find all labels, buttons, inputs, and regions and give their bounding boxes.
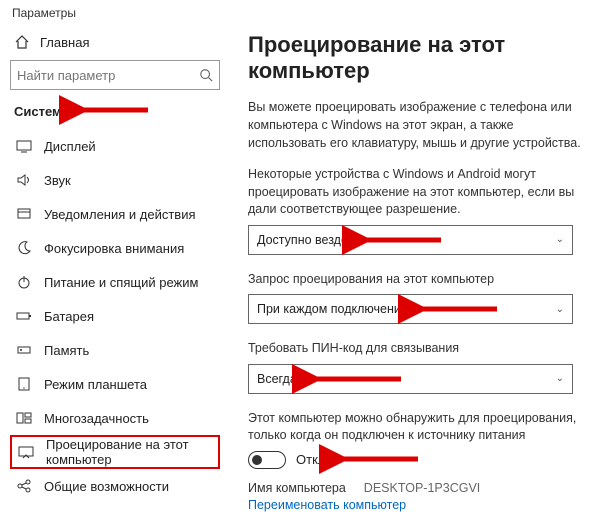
chevron-down-icon: ⌄ — [556, 373, 564, 384]
dropdown-value: Доступно везде — [257, 233, 348, 247]
pcname-label: Имя компьютера — [248, 481, 346, 495]
storage-icon — [16, 342, 32, 358]
dropdown-pin[interactable]: Всегда ⌄ — [248, 364, 573, 394]
dropdown-value: При каждом подключении — [257, 302, 408, 316]
window-title: Параметры — [0, 0, 600, 24]
display-icon — [16, 138, 32, 154]
chevron-down-icon: ⌄ — [556, 304, 564, 315]
home-label: Главная — [40, 35, 89, 50]
intro-text: Вы можете проецировать изображение с тел… — [248, 98, 582, 152]
sidebar-item-power[interactable]: Питание и спящий режим — [10, 265, 220, 299]
moon-icon — [16, 240, 32, 256]
sidebar-item-battery[interactable]: Батарея — [10, 299, 220, 333]
sidebar-item-label: Режим планшета — [44, 377, 147, 392]
sidebar-item-label: Память — [44, 343, 89, 358]
power-icon — [16, 274, 32, 290]
home-link[interactable]: Главная — [10, 28, 220, 60]
page-title: Проецирование на этот компьютер — [248, 32, 582, 84]
sidebar-item-label: Питание и спящий режим — [44, 275, 198, 290]
search-icon — [199, 68, 213, 82]
sidebar-item-multitask[interactable]: Многозадачность — [10, 401, 220, 435]
search-input[interactable] — [17, 68, 199, 83]
tablet-icon — [16, 376, 32, 392]
toggle-label: Этот компьютер можно обнаружить для прое… — [248, 410, 582, 445]
chevron-down-icon: ⌄ — [556, 234, 564, 245]
sound-icon — [16, 172, 32, 188]
sidebar-item-focus[interactable]: Фокусировка внимания — [10, 231, 220, 265]
sidebar-item-storage[interactable]: Память — [10, 333, 220, 367]
project-icon — [18, 444, 34, 460]
sidebar-item-label: Уведомления и действия — [44, 207, 196, 222]
sidebar-item-label: Фокусировка внимания — [44, 241, 184, 256]
pcname-value: DESKTOP-1P3CGVI — [364, 481, 480, 495]
sidebar-item-shared[interactable]: Общие возможности — [10, 469, 220, 503]
sidebar-item-projecting[interactable]: Проецирование на этот компьютер — [10, 435, 220, 469]
shared-icon — [16, 478, 32, 494]
dropdown-availability[interactable]: Доступно везде ⌄ — [248, 225, 573, 255]
sidebar-item-label: Дисплей — [44, 139, 96, 154]
sidebar-item-label: Проецирование на этот компьютер — [46, 437, 212, 467]
sidebar-item-label: Многозадачность — [44, 411, 149, 426]
sidebar-item-display[interactable]: Дисплей — [10, 129, 220, 163]
sidebar-item-label: Звук — [44, 173, 71, 188]
toggle-state: Откл. — [296, 452, 329, 467]
main-content: Проецирование на этот компьютер Вы может… — [230, 24, 600, 517]
dropdown-ask[interactable]: При каждом подключении ⌄ — [248, 294, 573, 324]
multitask-icon — [16, 410, 32, 426]
field-ask-label: Запрос проецирования на этот компьютер — [248, 271, 582, 289]
battery-icon — [16, 308, 32, 324]
section-system: Система — [14, 104, 220, 119]
sidebar-item-notifications[interactable]: Уведомления и действия — [10, 197, 220, 231]
notifications-icon — [16, 206, 32, 222]
search-input-wrapper[interactable] — [10, 60, 220, 90]
sidebar-item-sound[interactable]: Звук — [10, 163, 220, 197]
sidebar-item-tablet[interactable]: Режим планшета — [10, 367, 220, 401]
field-pin-label: Требовать ПИН-код для связывания — [248, 340, 582, 358]
home-icon — [14, 34, 30, 50]
rename-pc-link[interactable]: Переименовать компьютер — [248, 498, 406, 512]
field-availability-label: Некоторые устройства с Windows и Android… — [248, 166, 582, 219]
dropdown-value: Всегда — [257, 372, 297, 386]
discoverable-toggle[interactable] — [248, 451, 286, 469]
sidebar: Главная Система Дисплей Звук — [0, 24, 230, 517]
sidebar-item-label: Батарея — [44, 309, 94, 324]
sidebar-item-label: Общие возможности — [44, 479, 169, 494]
